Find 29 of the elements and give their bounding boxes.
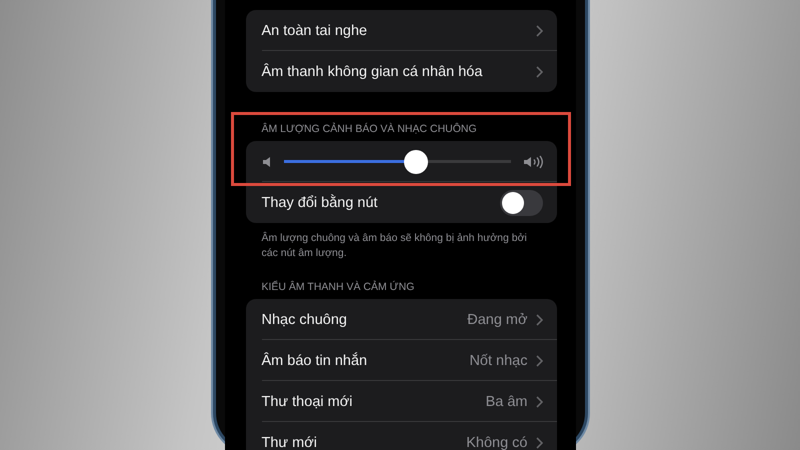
speaker-icon xyxy=(262,156,272,168)
settings-row[interactable]: Nhạc chuông Đang mở xyxy=(246,299,556,340)
chevron-icon xyxy=(536,66,542,78)
settings-row[interactable]: Thư mới Không có xyxy=(246,422,556,450)
row-value: Ba âm xyxy=(486,394,528,410)
chevron-icon xyxy=(536,436,542,448)
row-label: An toàn tai nghe xyxy=(262,22,368,38)
speaker-loud-icon xyxy=(522,154,542,168)
row-label: Thư thoại mới xyxy=(262,394,354,410)
row-label: Âm thanh không gian cá nhân hóa xyxy=(262,64,484,80)
settings-row[interactable]: An toàn tai nghe xyxy=(246,10,556,51)
row-label: Thay đổi bằng nút xyxy=(262,194,379,210)
section-header: ÂM LƯỢNG CẢNH BÁO VÀ NHẠC CHUÔNG xyxy=(260,123,478,137)
row-label: Thư mới xyxy=(262,434,318,450)
row-value: Đang mở xyxy=(467,312,528,328)
chevron-icon xyxy=(536,354,542,366)
row-value: Không có xyxy=(466,434,528,450)
row-label: Nhạc chuông xyxy=(262,312,348,328)
footer-note: Âm lượng chuông và âm báo sẽ không bị ảnh hưởng bởi các nút âm lượng. xyxy=(260,230,528,261)
section-header: KIỂU ÂM THANH VÀ CẢM ỨNG xyxy=(260,281,416,295)
settings-row[interactable]: Âm thanh không gian cá nhân hóa xyxy=(246,51,556,92)
toggle-switch[interactable] xyxy=(500,190,542,216)
chevron-icon xyxy=(536,396,542,408)
settings-row[interactable]: Thư thoại mới Ba âm xyxy=(246,381,556,422)
chevron-icon xyxy=(536,24,542,36)
settings-row[interactable]: Âm báo tin nhắn Nốt nhạc xyxy=(246,340,556,381)
row-value: Nốt nhạc xyxy=(469,352,528,368)
row-label: Âm báo tin nhắn xyxy=(262,352,368,368)
chevron-icon xyxy=(536,314,542,326)
